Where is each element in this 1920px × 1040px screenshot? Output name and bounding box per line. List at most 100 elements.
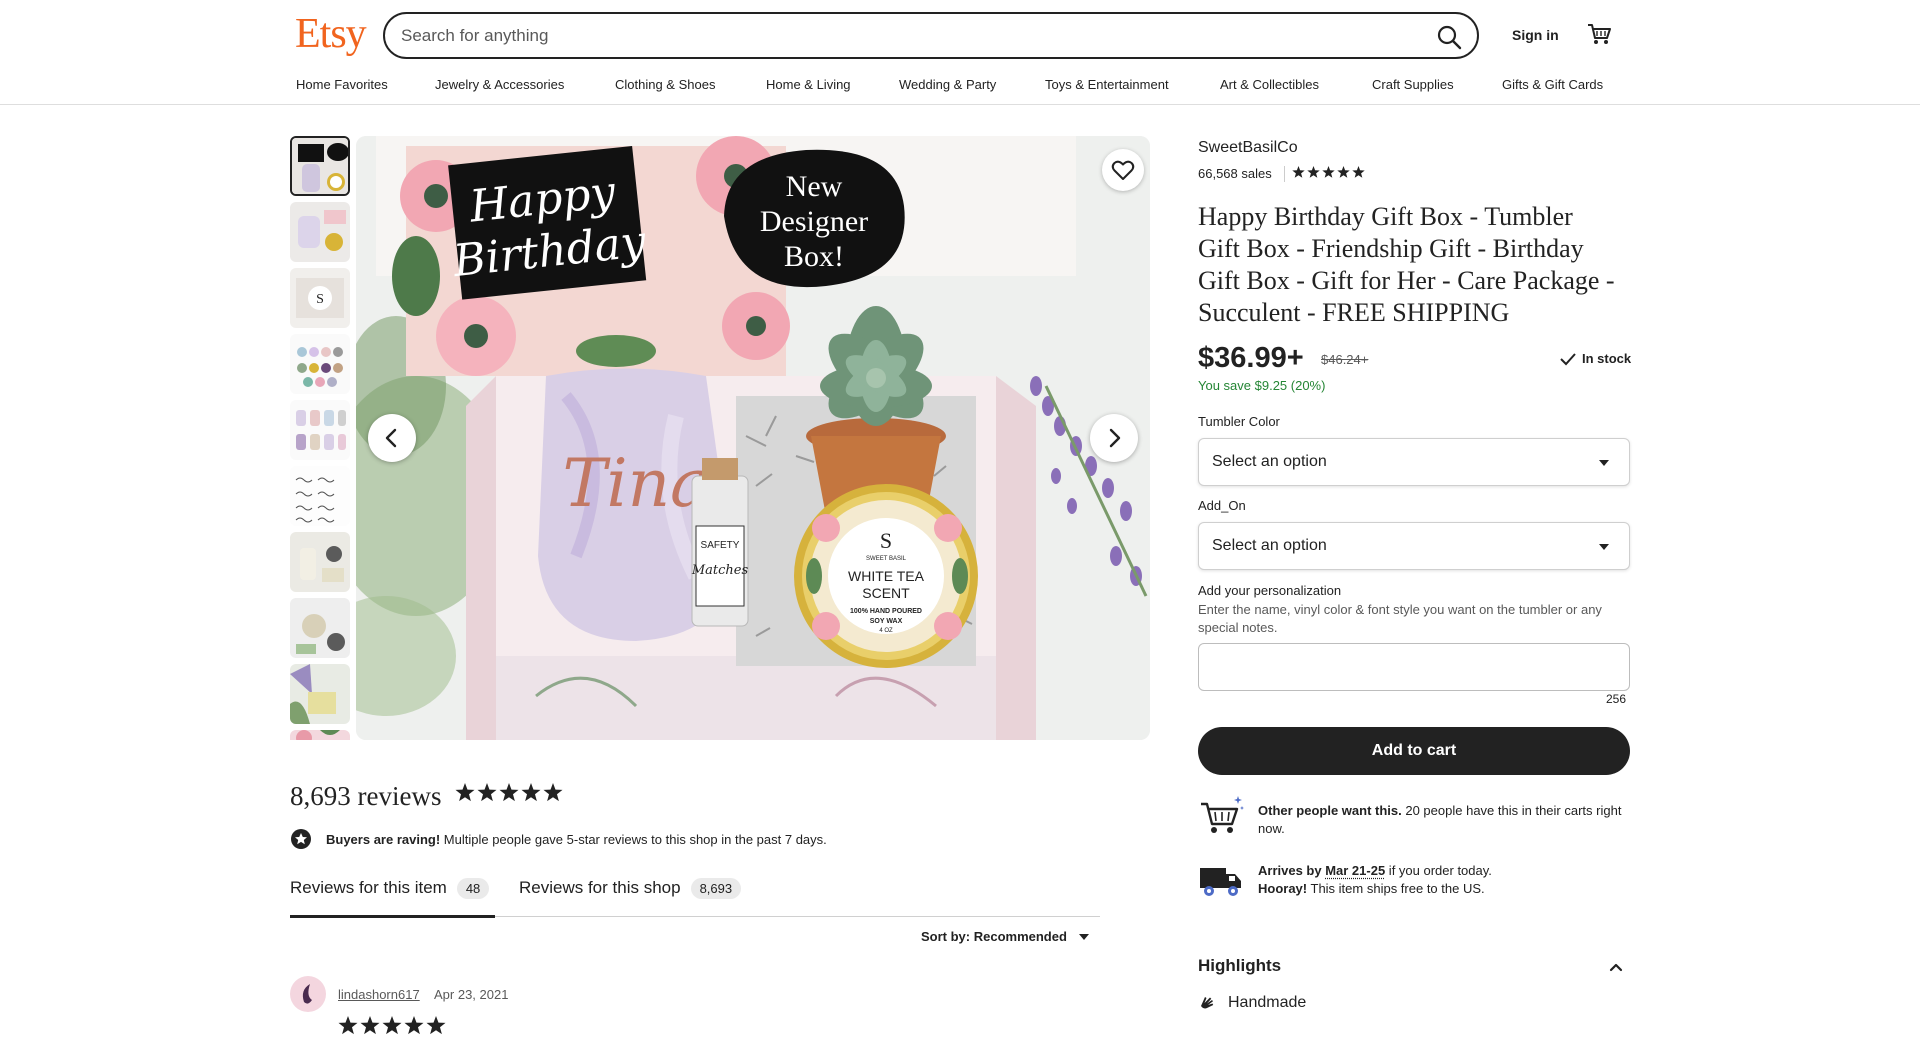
thumbnail-5[interactable] bbox=[290, 400, 350, 460]
hooray-bold: Hooray! bbox=[1258, 881, 1308, 896]
tumbler-color-label: Tumbler Color bbox=[1198, 414, 1280, 429]
check-icon bbox=[1560, 353, 1576, 366]
etsy-logo[interactable]: Etsy bbox=[295, 10, 367, 58]
handmade-label: Handmade bbox=[1228, 994, 1307, 1011]
candle-scent-1: WHITE TEA bbox=[848, 568, 925, 584]
star-badge-icon bbox=[291, 829, 311, 849]
thumbnail-6[interactable] bbox=[290, 466, 350, 526]
add-on-value: Select an option bbox=[1212, 537, 1327, 554]
badge-line-1: New bbox=[786, 170, 843, 203]
tab-reviews-item-count: 48 bbox=[456, 878, 490, 899]
shop-name-link[interactable]: SweetBasilCo bbox=[1198, 139, 1298, 157]
nav-item-wedding[interactable]: Wedding & Party bbox=[899, 77, 996, 92]
search-icon[interactable] bbox=[1435, 23, 1463, 51]
nav-item-toys[interactable]: Toys & Entertainment bbox=[1045, 77, 1169, 92]
reviewer-avatar[interactable] bbox=[290, 976, 326, 1012]
nav-item-gifts[interactable]: Gifts & Gift Cards bbox=[1502, 77, 1603, 92]
personalization-label: Add your personalization bbox=[1198, 583, 1342, 598]
category-nav: Home Favorites Jewelry & Accessories Clo… bbox=[0, 77, 1920, 105]
star-icon bbox=[1352, 166, 1365, 178]
add-to-cart-button[interactable]: Add to cart bbox=[1198, 727, 1630, 775]
sort-dropdown[interactable]: Sort by: Recommended bbox=[921, 929, 1089, 944]
raving-bold-text: Buyers are raving! bbox=[326, 832, 441, 847]
svg-text:S: S bbox=[316, 292, 324, 307]
matches-label-2: Matches bbox=[691, 563, 749, 578]
thumbnail-4[interactable] bbox=[290, 334, 350, 394]
sort-label: Sort by: Recommended bbox=[921, 929, 1067, 944]
header-divider bbox=[0, 104, 1920, 105]
caret-down-icon bbox=[1599, 544, 1609, 550]
thumbnail-1[interactable] bbox=[290, 136, 350, 196]
shop-star-rating[interactable] bbox=[1292, 166, 1372, 182]
cart-demand-icon bbox=[1201, 796, 1244, 833]
caret-down-icon bbox=[1078, 934, 1089, 940]
star-icon bbox=[1337, 166, 1350, 178]
chevron-left-icon bbox=[385, 428, 397, 448]
star-icon bbox=[521, 783, 541, 802]
search-bar[interactable] bbox=[383, 12, 1479, 59]
thumbnail-9[interactable] bbox=[290, 664, 350, 724]
arrives-suffix: if you order today. bbox=[1385, 863, 1492, 878]
star-icon bbox=[404, 1016, 424, 1035]
tab-reviews-shop[interactable]: Reviews for this shop 8,693 bbox=[519, 878, 742, 899]
original-price: $46.24+ bbox=[1321, 352, 1369, 367]
reviews-count: 8,693 reviews bbox=[290, 781, 442, 811]
stock-status-text: In stock bbox=[1582, 351, 1632, 366]
star-icon bbox=[1322, 166, 1335, 178]
nav-item-home-living[interactable]: Home & Living bbox=[766, 77, 851, 92]
product-main-image[interactable]: Happy Birthday New Designer Box! Tina SA… bbox=[356, 136, 1150, 740]
listing-price: $36.99+ bbox=[1198, 342, 1304, 374]
tumbler-color-select[interactable]: Select an option bbox=[1198, 438, 1630, 486]
raving-text: Multiple people gave 5-star reviews to t… bbox=[440, 832, 827, 847]
add-on-label: Add_On bbox=[1198, 498, 1246, 513]
thumbnail-8[interactable] bbox=[290, 598, 350, 658]
thumbnail-2[interactable] bbox=[290, 202, 350, 262]
char-counter: 256 bbox=[1606, 692, 1627, 706]
star-icon bbox=[1307, 166, 1320, 178]
hand-icon bbox=[1201, 997, 1214, 1009]
sales-divider bbox=[1284, 166, 1285, 182]
review-date: Apr 23, 2021 bbox=[434, 987, 509, 1002]
star-icon bbox=[382, 1016, 402, 1035]
nav-item-jewelry[interactable]: Jewelry & Accessories bbox=[435, 77, 564, 92]
arrival-date-link[interactable]: Mar 21-25 bbox=[1325, 863, 1385, 878]
thumbnail-10[interactable] bbox=[290, 730, 350, 740]
caret-down-icon bbox=[1599, 460, 1609, 466]
candle-size: 4 OZ bbox=[879, 628, 893, 634]
nav-item-clothing[interactable]: Clothing & Shoes bbox=[615, 77, 715, 92]
tab-reviews-item[interactable]: Reviews for this item 48 bbox=[290, 878, 490, 899]
next-image-button[interactable] bbox=[1090, 414, 1138, 462]
chevron-right-icon bbox=[1109, 428, 1121, 448]
candle-desc-2: SOY WAX bbox=[870, 618, 903, 625]
thumbnail-strip[interactable]: S bbox=[290, 136, 350, 740]
demand-bold: Other people want this. bbox=[1258, 803, 1402, 818]
heart-icon bbox=[1111, 160, 1135, 180]
personalization-input[interactable] bbox=[1198, 643, 1630, 691]
review-star-rating bbox=[338, 1016, 446, 1035]
free-shipping-text: This item ships free to the US. bbox=[1307, 881, 1485, 896]
star-icon bbox=[426, 1016, 446, 1035]
search-input[interactable] bbox=[401, 23, 1401, 49]
thumbnail-3[interactable]: S bbox=[290, 268, 350, 328]
cart-icon[interactable] bbox=[1586, 21, 1612, 47]
sign-in-link[interactable]: Sign in bbox=[1512, 27, 1559, 43]
favorite-button[interactable] bbox=[1102, 149, 1144, 191]
highlights-heading[interactable]: Highlights bbox=[1198, 956, 1281, 976]
star-icon bbox=[499, 783, 519, 802]
shop-sales-count: 66,568 sales bbox=[1198, 166, 1272, 181]
add-on-select[interactable]: Select an option bbox=[1198, 522, 1630, 570]
previous-image-button[interactable] bbox=[368, 414, 416, 462]
matches-label-1: SAFETY bbox=[701, 540, 740, 551]
reviewer-name-link[interactable]: lindashorn617 bbox=[338, 987, 420, 1002]
nav-item-art[interactable]: Art & Collectibles bbox=[1220, 77, 1319, 92]
chevron-up-icon[interactable] bbox=[1607, 958, 1625, 976]
arrives-prefix: Arrives by bbox=[1258, 863, 1326, 878]
badge-line-3: Box! bbox=[784, 240, 844, 273]
tab-reviews-shop-label: Reviews for this shop bbox=[519, 878, 681, 897]
thumbnail-7[interactable] bbox=[290, 532, 350, 592]
nav-item-home-favorites[interactable]: Home Favorites bbox=[296, 77, 388, 92]
candle-brand-name: SWEET BASIL bbox=[866, 556, 907, 562]
nav-item-craft[interactable]: Craft Supplies bbox=[1372, 77, 1454, 92]
tumbler-name: Tina bbox=[563, 445, 710, 522]
tab-reviews-item-label: Reviews for this item bbox=[290, 878, 447, 897]
